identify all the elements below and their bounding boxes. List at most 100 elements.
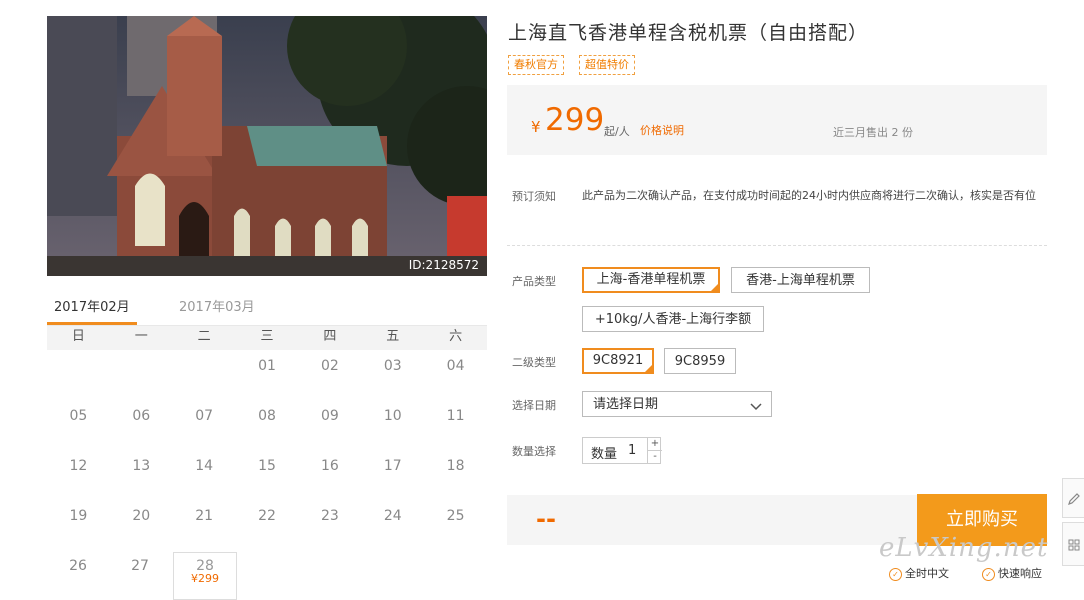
grid-icon[interactable]	[1062, 522, 1084, 566]
check-icon: ✓	[889, 567, 902, 581]
calendar-day-number: 20	[132, 508, 151, 524]
calendar-day-number: 07	[195, 408, 214, 424]
weekday-label: 四	[323, 329, 337, 344]
calendar-day: 10	[361, 400, 424, 450]
weekday-label: 三	[260, 329, 274, 344]
calendar-day: 24	[361, 500, 424, 550]
calendar-day-price: ¥299	[191, 572, 219, 585]
calendar-day: 12	[47, 450, 110, 500]
calendar-day: 08	[236, 400, 299, 450]
calendar-day-number: 08	[258, 408, 276, 424]
product-title: 上海直飞香港单程含税机票（自由搭配）	[508, 22, 869, 44]
quantity-label: 数量选择	[512, 445, 556, 458]
sub-type-label: 二级类型	[512, 356, 556, 369]
calendar-week-row: 26 27 28 ¥299	[47, 550, 487, 600]
calendar-day-number: 13	[132, 458, 151, 474]
calendar-day: 15	[236, 450, 299, 500]
calendar-empty-cell	[363, 550, 425, 600]
date-select-label: 选择日期	[512, 399, 556, 412]
calendar-day: 23	[298, 500, 361, 550]
calendar-day: 17	[361, 450, 424, 500]
calendar-day-number: 02	[320, 358, 339, 374]
quantity-minus-button[interactable]: -	[647, 451, 662, 463]
calendar-week-row: 05 06 07 08 09 10 11	[47, 400, 487, 450]
calendar-day-number: 27	[131, 558, 149, 574]
calendar-day-number: 16	[320, 458, 339, 474]
calendar-day-number: 17	[383, 458, 402, 474]
calendar-grid: 01 02 03 04 05 06 07 08 09 10 11 12 13 14 15 16 17 18 19 20…	[47, 350, 487, 600]
calendar-day-number: 15	[258, 458, 276, 474]
calendar-day-number: 25	[446, 508, 465, 524]
notice-label: 预订须知	[512, 190, 556, 203]
calendar-day: 02	[298, 350, 361, 400]
calendar-empty-cell	[301, 550, 363, 600]
notice-text: 此产品为二次确认产品，在支付成功时间起的24小时内供应商将进行二次确认，核实是否…	[582, 189, 1036, 202]
quantity-plus-button[interactable]: +	[647, 438, 662, 451]
calendar-day-number: 06	[132, 408, 151, 424]
calendar-day-number: 04	[446, 358, 465, 374]
calendar-week-row: 01 02 03 04	[47, 350, 487, 400]
product-type-label: 产品类型	[512, 275, 556, 288]
calendar-day: 16	[298, 450, 361, 500]
calendar-day: 18	[424, 450, 487, 500]
calendar-day-number: 03	[383, 358, 402, 374]
option-9c8959[interactable]: 9C8959	[664, 348, 736, 374]
calendar-day-number: 11	[446, 408, 465, 424]
date-select-dropdown[interactable]: 请选择日期	[582, 391, 772, 417]
calendar-day: 06	[110, 400, 173, 450]
calendar-day: 11	[424, 400, 487, 450]
calendar-day: 20	[110, 500, 173, 550]
weekday-label: 六	[449, 329, 463, 344]
price-explanation-link[interactable]: 价格说明	[640, 122, 684, 138]
calendar-day-number: 22	[258, 508, 276, 524]
weekday-label: 一	[134, 329, 148, 344]
tag-special-price: 超值特价	[579, 55, 635, 75]
quantity-stepper: 数量 1 + -	[582, 437, 662, 464]
calendar-empty-cell	[173, 350, 236, 400]
price-panel: ¥ 299 起/人 价格说明 近三月售出 2 份	[507, 85, 1047, 155]
sold-count: 近三月售出 2 份	[833, 126, 913, 139]
calendar-empty-cell	[425, 550, 487, 600]
calendar-day: 19	[47, 500, 110, 550]
calendar-day[interactable]: 28 ¥299	[173, 552, 237, 600]
option-hk-sh[interactable]: 香港-上海单程机票	[731, 267, 870, 293]
calendar-weekday-header: 日一二三四五六	[47, 326, 487, 350]
check-icon: ✓	[982, 567, 995, 581]
calendar-day: 14	[173, 450, 236, 500]
calendar-week-row: 12 13 14 15 16 17 18	[47, 450, 487, 500]
weekday-label: 二	[197, 329, 211, 344]
calendar-day: 03	[361, 350, 424, 400]
calendar-day-number: 01	[258, 358, 276, 374]
photo-id-label: ID:2128572	[408, 258, 479, 272]
feature-chinese-service: ✓ 全时中文	[889, 565, 949, 581]
calendar-day-number: 23	[320, 508, 339, 524]
church-photo-illustration	[47, 16, 487, 276]
calendar-empty-cell	[239, 550, 301, 600]
weekday-label: 五	[386, 329, 400, 344]
calendar-day: 07	[173, 400, 236, 450]
calendar-day: 05	[47, 400, 110, 450]
product-photo: ID:2128572	[47, 16, 487, 276]
option-9c8921[interactable]: 9C8921	[582, 348, 654, 374]
quantity-value[interactable]: 1	[628, 443, 636, 458]
calendar-tab-feb[interactable]: 2017年02月	[54, 296, 130, 315]
chevron-down-icon	[749, 396, 763, 422]
order-total: --	[536, 505, 556, 533]
calendar-empty-cell	[47, 350, 110, 400]
weekday-label: 日	[71, 329, 85, 344]
edit-icon[interactable]	[1062, 478, 1084, 518]
calendar-day-number: 14	[195, 458, 214, 474]
watermark: eLvXing.net	[879, 533, 1049, 563]
calendar-day: 09	[298, 400, 361, 450]
calendar-day: 26	[47, 550, 109, 600]
price-unit: 起/人	[604, 125, 630, 138]
divider	[507, 245, 1047, 246]
calendar-day: 22	[236, 500, 299, 550]
calendar-day-number: 26	[69, 558, 87, 574]
calendar-tab-mar[interactable]: 2017年03月	[179, 296, 255, 315]
calendar-day-number: 05	[69, 408, 88, 424]
option-sh-hk[interactable]: 上海-香港单程机票	[582, 267, 720, 293]
price-amount: 299	[545, 102, 605, 138]
option-luggage-10kg[interactable]: +10kg/人香港-上海行李额	[582, 306, 764, 332]
currency-symbol: ¥	[531, 118, 541, 136]
